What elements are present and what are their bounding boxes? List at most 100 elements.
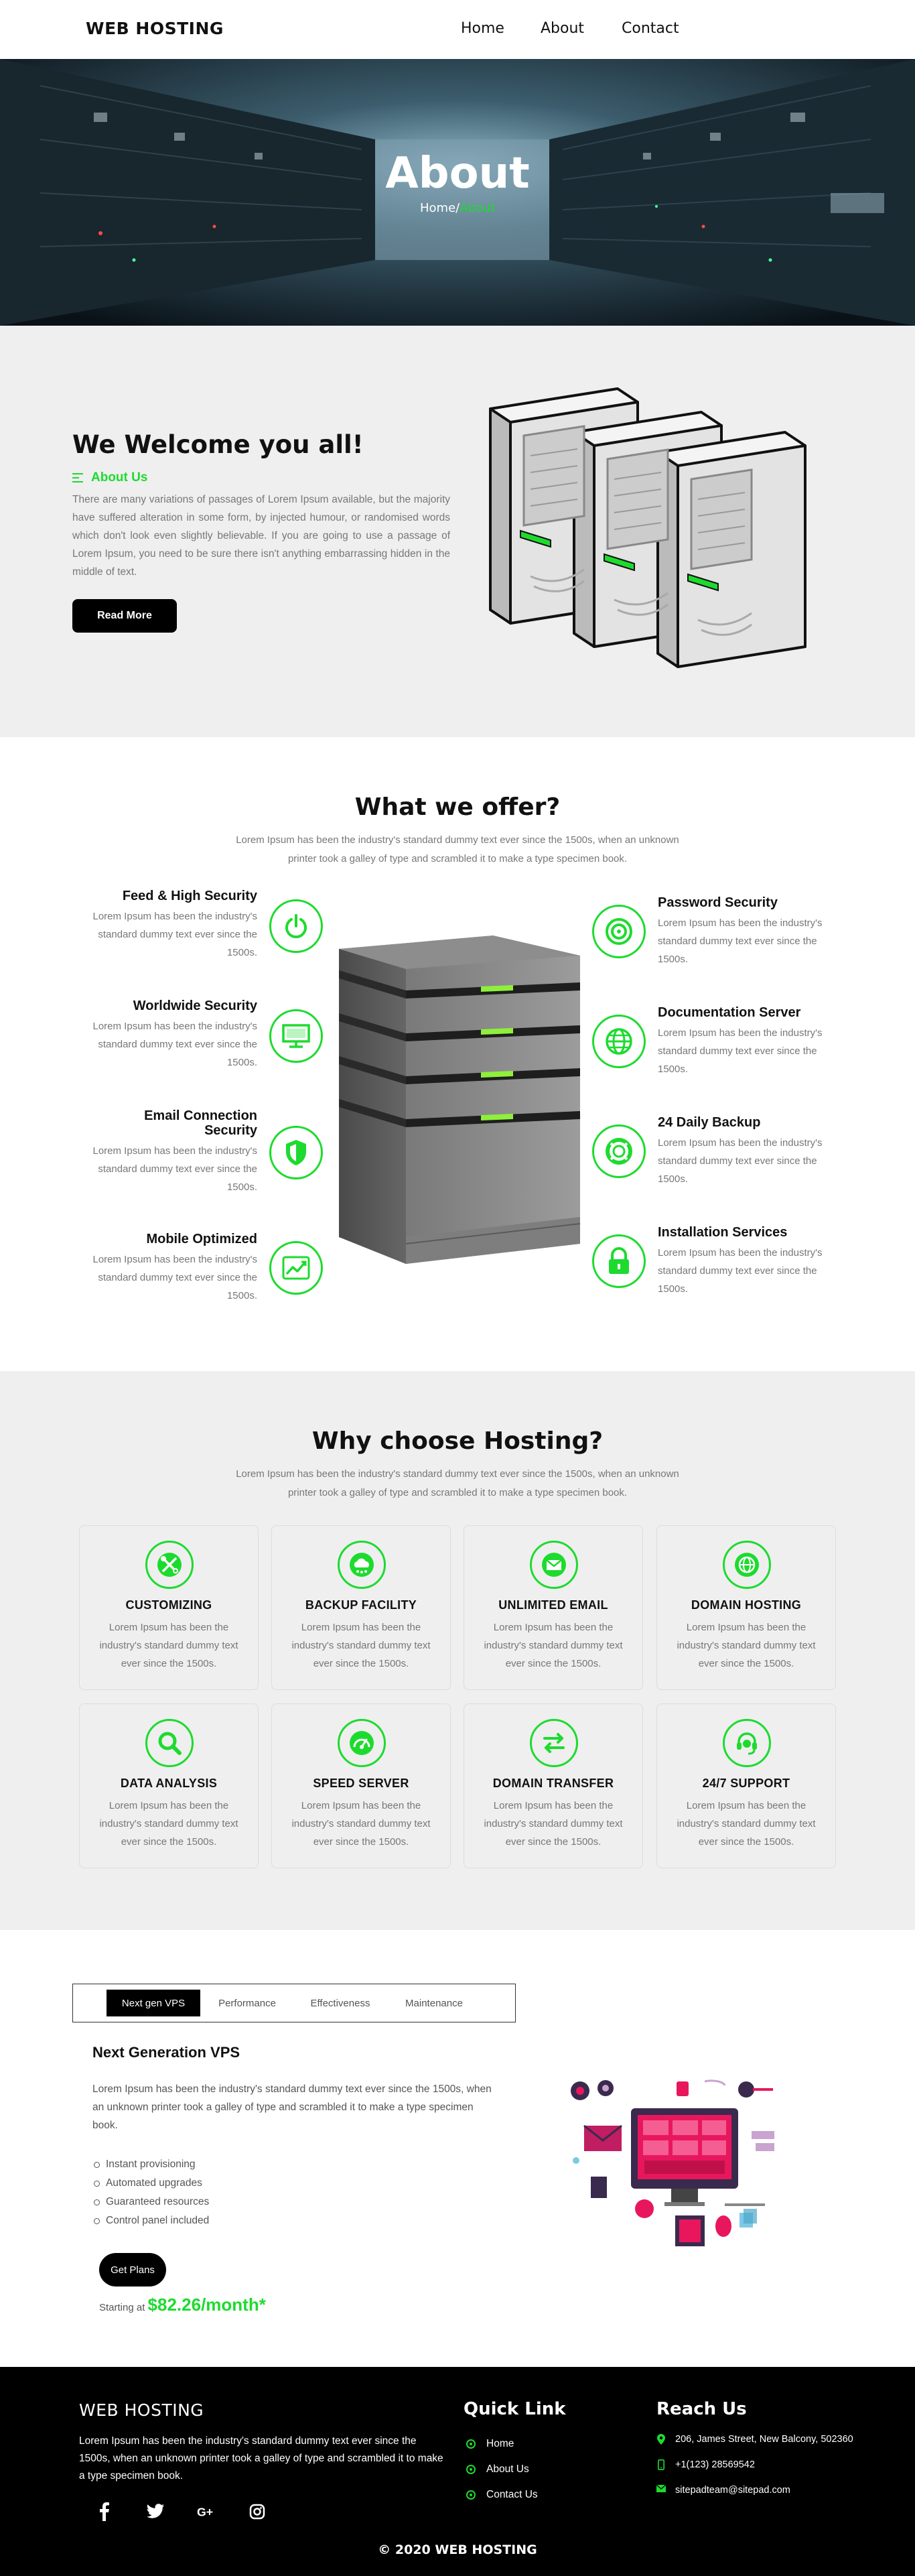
card-title: DATA ANALYSIS bbox=[120, 1777, 218, 1790]
get-plans-button[interactable]: Get Plans bbox=[99, 2253, 166, 2287]
headset-icon bbox=[723, 1719, 771, 1767]
lock-icon bbox=[592, 1234, 646, 1288]
footer-link-contact[interactable]: Contact Us bbox=[466, 2482, 538, 2508]
nav-home-link[interactable]: Home bbox=[461, 20, 504, 37]
contact-info: 206, James Street, New Balcony, 502360 +… bbox=[656, 2431, 857, 2508]
feature-text: Lorem Ipsum has been the industry's stan… bbox=[658, 1137, 823, 1185]
feature-text: Lorem Ipsum has been the industry's stan… bbox=[92, 1145, 258, 1193]
twitter-icon[interactable] bbox=[146, 2502, 165, 2521]
globe-icon bbox=[592, 1015, 646, 1068]
bullet-icon bbox=[466, 2490, 476, 2500]
card-title: DOMAIN HOSTING bbox=[691, 1598, 802, 1612]
why-card-data-analysis[interactable]: DATA ANALYSIS Lorem Ipsum has been the i… bbox=[79, 1703, 259, 1868]
read-more-button[interactable]: Read More bbox=[72, 599, 177, 633]
magnifier-icon bbox=[145, 1719, 194, 1767]
about-us-text: About Us bbox=[91, 470, 148, 485]
feature-right-4: Installation Services Lorem Ipsum has be… bbox=[658, 1225, 825, 1298]
welcome-heading: We Welcome you all! bbox=[72, 430, 364, 459]
footer-link-home[interactable]: Home bbox=[466, 2431, 538, 2457]
why-title: Why choose Hosting? bbox=[311, 1427, 604, 1455]
main-menu: Home About Contact bbox=[461, 20, 679, 37]
card-text: Lorem Ipsum has been the industry's stan… bbox=[291, 1622, 431, 1669]
bullet-icon bbox=[466, 2465, 476, 2474]
target-icon bbox=[592, 905, 646, 958]
copyright: © 2020 WEB HOSTING bbox=[378, 2542, 537, 2557]
footer-about: Lorem Ipsum has been the industry's stan… bbox=[79, 2435, 443, 2482]
hero-banner: About Home/About bbox=[0, 59, 915, 326]
why-card-domain-transfer[interactable]: DOMAIN TRANSFER Lorem Ipsum has been the… bbox=[464, 1703, 643, 1868]
card-title: CUSTOMIZING bbox=[125, 1598, 212, 1612]
footer-link-about[interactable]: About Us bbox=[466, 2457, 538, 2482]
social-links: G+ bbox=[95, 2502, 267, 2521]
card-text: Lorem Ipsum has been the industry's stan… bbox=[677, 1622, 816, 1669]
breadcrumb-current: About bbox=[460, 201, 496, 215]
list-item: Guaranteed resources bbox=[93, 2193, 209, 2211]
list-item: Instant provisioning bbox=[93, 2155, 209, 2174]
hosting-dashboard-illustration bbox=[571, 2079, 774, 2246]
globe-icon bbox=[723, 1541, 771, 1589]
card-text: Lorem Ipsum has been the industry's stan… bbox=[99, 1800, 238, 1848]
plan-description: Lorem Ipsum has been the industry's stan… bbox=[92, 2083, 492, 2131]
why-card-customizing[interactable]: CUSTOMIZING Lorem Ipsum has been the ind… bbox=[79, 1525, 259, 1690]
card-title: UNLIMITED EMAIL bbox=[498, 1598, 608, 1612]
phone-icon bbox=[656, 2457, 666, 2473]
instagram-icon[interactable] bbox=[248, 2502, 267, 2521]
price-value: $82.26/month* bbox=[147, 2295, 266, 2315]
footer-logo[interactable]: WEB HOSTING bbox=[79, 2400, 204, 2420]
google-plus-icon[interactable]: G+ bbox=[197, 2502, 216, 2521]
why-card-domain-hosting[interactable]: DOMAIN HOSTING Lorem Ipsum has been the … bbox=[656, 1525, 836, 1690]
chart-icon bbox=[269, 1241, 323, 1295]
quick-links: Home About Us Contact Us bbox=[466, 2431, 538, 2508]
reach-us-heading: Reach Us bbox=[656, 2399, 747, 2419]
tab-performance[interactable]: Performance bbox=[204, 1990, 290, 2016]
tab-next-gen-vps[interactable]: Next gen VPS bbox=[107, 1990, 200, 2016]
link-label: Contact Us bbox=[486, 2489, 538, 2500]
nav-about-link[interactable]: About bbox=[541, 20, 584, 37]
tab-maintenance[interactable]: Maintenance bbox=[391, 1990, 478, 2016]
why-card-email[interactable]: UNLIMITED EMAIL Lorem Ipsum has been the… bbox=[464, 1525, 643, 1690]
top-navbar: WEB HOSTING Home About Contact bbox=[0, 0, 915, 59]
feature-title: Installation Services bbox=[658, 1225, 788, 1240]
tools-icon bbox=[145, 1541, 194, 1589]
offer-subtitle: Lorem Ipsum has been the industry's stan… bbox=[236, 834, 679, 864]
why-card-support[interactable]: 24/7 SUPPORT Lorem Ipsum has been the in… bbox=[656, 1703, 836, 1868]
email-text[interactable]: sitepadteam@sitepad.com bbox=[675, 2482, 790, 2498]
breadcrumb-home[interactable]: Home bbox=[420, 201, 455, 215]
feature-text: Lorem Ipsum has been the industry's stan… bbox=[92, 911, 258, 958]
welcome-body: There are many variations of passages of… bbox=[72, 494, 450, 578]
why-card-speed-server[interactable]: SPEED SERVER Lorem Ipsum has been the in… bbox=[271, 1703, 451, 1868]
welcome-section: We Welcome you all! About Us There are m… bbox=[0, 326, 915, 737]
card-text: Lorem Ipsum has been the industry's stan… bbox=[484, 1622, 623, 1669]
why-section: Why choose Hosting? Lorem Ipsum has been… bbox=[0, 1371, 915, 1930]
cloud-icon bbox=[338, 1541, 386, 1589]
address-row: 206, James Street, New Balcony, 502360 bbox=[656, 2431, 857, 2447]
starting-price: Starting at $82.26/month* bbox=[99, 2295, 266, 2315]
nav-contact-link[interactable]: Contact bbox=[622, 20, 679, 37]
plans-section: Next gen VPS Performance Effectiveness M… bbox=[0, 1930, 915, 2367]
card-title: 24/7 SUPPORT bbox=[702, 1777, 790, 1790]
offer-section: What we offer? Lorem Ipsum has been the … bbox=[0, 737, 915, 1371]
feature-left-2: Worldwide Security Lorem Ipsum has been … bbox=[90, 999, 258, 1072]
card-title: BACKUP FACILITY bbox=[305, 1598, 417, 1612]
feature-left-4: Mobile Optimized Lorem Ipsum has been th… bbox=[90, 1232, 258, 1305]
shield-icon bbox=[269, 1126, 323, 1179]
feature-title: Feed & High Security bbox=[122, 889, 257, 903]
phone-row: +1(123) 28569542 bbox=[656, 2457, 857, 2473]
feature-title: Password Security bbox=[658, 895, 778, 910]
feature-text: Lorem Ipsum has been the industry's stan… bbox=[92, 1021, 258, 1068]
tab-effectiveness[interactable]: Effectiveness bbox=[297, 1990, 384, 2016]
breadcrumb: Home/About bbox=[420, 201, 495, 215]
link-label: Home bbox=[486, 2438, 514, 2449]
card-text: Lorem Ipsum has been the industry's stan… bbox=[677, 1800, 816, 1848]
site-logo[interactable]: WEB HOSTING bbox=[86, 19, 224, 38]
map-pin-icon bbox=[656, 2431, 666, 2447]
card-text: Lorem Ipsum has been the industry's stan… bbox=[99, 1622, 238, 1669]
feature-left-1: Feed & High Security Lorem Ipsum has bee… bbox=[90, 889, 258, 962]
bullet-icon bbox=[466, 2439, 476, 2449]
svg-text:G+: G+ bbox=[197, 2506, 213, 2519]
servers-illustration bbox=[489, 387, 806, 668]
why-card-backup[interactable]: BACKUP FACILITY Lorem Ipsum has been the… bbox=[271, 1525, 451, 1690]
facebook-icon[interactable] bbox=[95, 2502, 114, 2521]
email-row: sitepadteam@sitepad.com bbox=[656, 2482, 857, 2498]
phone-text[interactable]: +1(123) 28569542 bbox=[675, 2457, 755, 2473]
